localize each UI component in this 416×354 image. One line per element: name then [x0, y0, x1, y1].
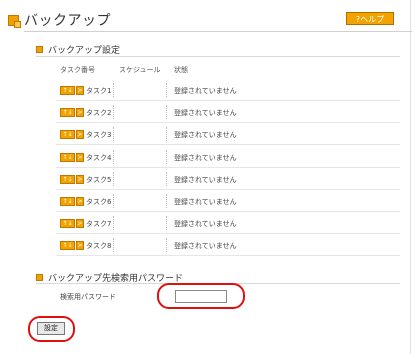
title-divider [24, 31, 412, 32]
task-row: ↑↓ > タスク1 登録されていません [36, 79, 400, 101]
search-password-label: 検索用パスワード [60, 293, 116, 301]
task-status: 登録されていません [174, 242, 237, 251]
backup-page: バックアップ ?ヘルプ バックアップ設定 タスク番号 スケジュール 状態 ↑↓ >… [0, 0, 412, 354]
task-row: ↑↓ > タスク7 登録されていません [36, 212, 400, 235]
task-edit-button[interactable]: ↑↓ [60, 108, 75, 118]
section-bullet-icon [36, 46, 43, 53]
task-name: タスク7 [86, 220, 112, 229]
task-schedule [113, 216, 115, 231]
task-name: タスク4 [86, 153, 112, 162]
task-schedule [113, 194, 115, 208]
row-divider [56, 255, 400, 257]
help-button[interactable]: ?ヘルプ [346, 12, 394, 25]
set-button[interactable]: 設定 [37, 322, 65, 335]
task-status-divider [166, 216, 167, 231]
task-arrow-icon[interactable]: > [76, 197, 84, 206]
search-password-input[interactable] [175, 290, 227, 303]
task-status-divider [166, 149, 167, 164]
task-name: タスク6 [86, 198, 112, 206]
task-arrow-icon[interactable]: > [76, 86, 84, 95]
task-arrow-icon[interactable]: > [76, 152, 84, 162]
task-edit-button[interactable]: ↑↓ [60, 241, 75, 251]
task-row: ↑↓ > タスク4 登録されていません [36, 146, 400, 168]
task-edit-button[interactable]: ↑↓ [60, 174, 75, 184]
task-schedule [113, 127, 115, 142]
task-arrow-icon[interactable]: > [76, 241, 84, 251]
task-arrow-icon[interactable]: > [76, 174, 84, 184]
task-status: 登録されていません [174, 220, 237, 229]
backup-settings-title: バックアップ設定 [48, 46, 121, 56]
task-row: ↑↓ > タスク6 登録されていません [36, 190, 400, 212]
column-header-task-number: タスク番号 [60, 66, 95, 74]
task-status: 登録されていません [174, 131, 237, 140]
task-arrow-icon[interactable]: > [76, 130, 84, 140]
task-status-divider [166, 83, 167, 97]
section-divider [36, 283, 400, 284]
section-divider [36, 56, 400, 57]
task-name: タスク2 [86, 109, 112, 118]
task-name: タスク1 [86, 87, 112, 95]
task-edit-button[interactable]: ↑↓ [60, 86, 75, 95]
task-arrow-icon[interactable]: > [76, 219, 84, 229]
task-row: ↑↓ > タスク3 登録されていません [36, 123, 400, 146]
task-status-divider [166, 238, 167, 253]
section-bullet-icon [36, 274, 43, 281]
task-row: ↑↓ > タスク5 登録されていません [36, 168, 400, 190]
title-bullet-icon [8, 14, 21, 28]
task-row: ↑↓ > タスク2 登録されていません [36, 101, 400, 124]
task-status: 登録されていません [174, 153, 237, 162]
task-schedule [113, 171, 115, 186]
task-name: タスク8 [86, 242, 112, 251]
task-status-divider [166, 127, 167, 142]
task-status: 登録されていません [174, 109, 237, 118]
task-schedule [113, 238, 115, 253]
task-status: 登録されていません [174, 87, 237, 95]
task-name: タスク5 [86, 175, 112, 184]
column-header-status: 状態 [174, 66, 188, 74]
task-name: タスク3 [86, 131, 112, 140]
task-status-divider [166, 105, 167, 120]
task-arrow-icon[interactable]: > [76, 108, 84, 118]
backup-settings-header: バックアップ設定 [36, 43, 120, 56]
task-status-divider [166, 171, 167, 186]
task-status: 登録されていません [174, 198, 237, 206]
page-header: バックアップ [8, 10, 111, 30]
task-edit-button[interactable]: ↑↓ [60, 197, 75, 206]
task-status-divider [166, 194, 167, 208]
page-title: バックアップ [24, 13, 111, 29]
task-edit-button[interactable]: ↑↓ [60, 219, 75, 229]
task-row: ↑↓ > タスク8 登録されていません [36, 234, 400, 257]
task-schedule [113, 105, 115, 120]
task-status: 登録されていません [174, 175, 237, 184]
task-schedule [113, 149, 115, 164]
task-edit-button[interactable]: ↑↓ [60, 152, 75, 162]
task-edit-button[interactable]: ↑↓ [60, 130, 75, 140]
task-schedule [113, 83, 115, 97]
column-header-schedule: スケジュール [119, 66, 161, 74]
